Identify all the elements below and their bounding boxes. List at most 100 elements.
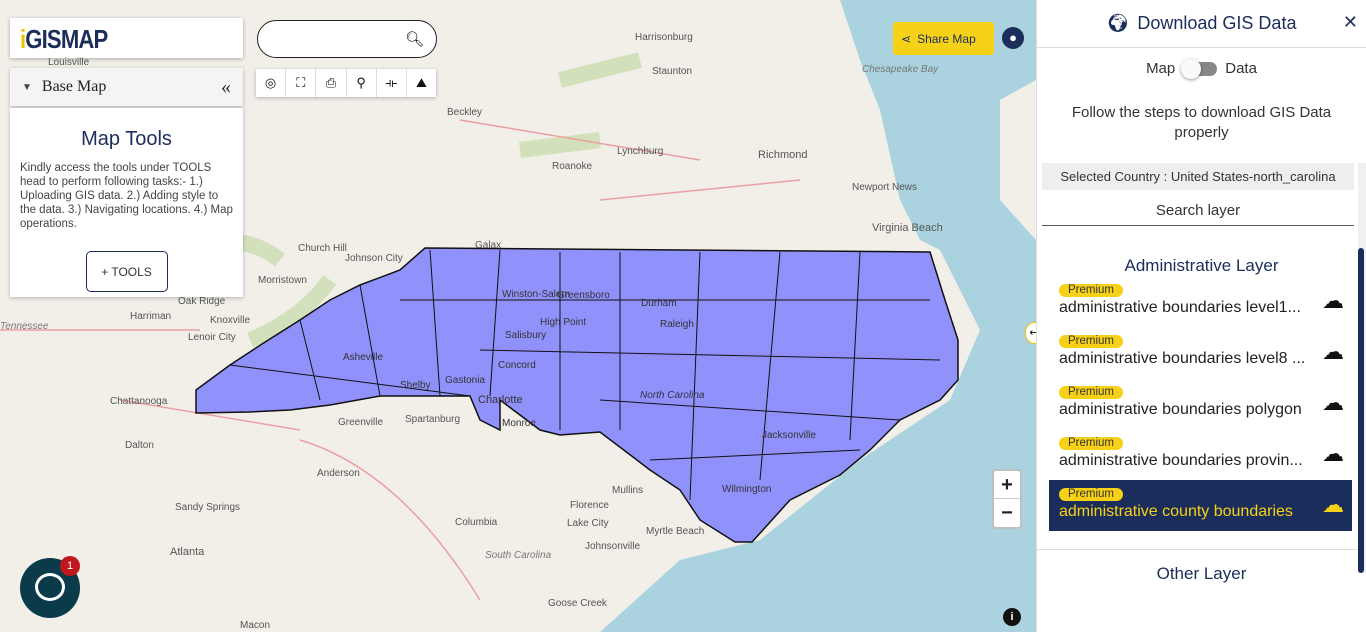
layer-item[interactable]: Premium administrative boundaries level1.… [1049,276,1352,327]
layer-item[interactable]: Premium administrative county boundaries ☁… [1049,480,1352,531]
map-toolbar: ◎ ⛶ ⎙ ⚲ ⟛ ⛰ [256,69,436,97]
layer-item[interactable]: Premium administrative boundaries provin.… [1049,429,1352,480]
map-label: Salisbury [505,330,547,341]
map-tools-title: Map Tools [81,128,172,150]
map-label: Atlanta [170,546,205,558]
map-label: Church Hill [298,243,347,254]
steps-text: Follow the steps to download GIS Data pr… [1071,104,1332,141]
layer-name: administrative county boundaries [1059,503,1293,520]
igismap-logo: iGISMAP [20,24,108,54]
map-label: Oak Ridge [178,296,226,307]
map-label: Knoxville [210,315,251,326]
map-label: Roanoke [552,161,593,172]
map-label: Wilmington [722,484,772,495]
map-label: Asheville [343,352,384,363]
cloud-download-icon[interactable]: ☁︎ [1322,390,1344,416]
premium-badge: Premium [1059,488,1124,501]
panel-header: 🌍︎ Download GIS Data ✕ [1037,0,1366,48]
toggle-label-map: Map [1146,60,1176,77]
layer-name: administrative boundaries level1... [1059,299,1301,316]
chat-badge: 1 [60,556,80,576]
globe-icon: 🌍︎ [1106,13,1130,33]
layer-name: administrative boundaries provin... [1059,452,1303,469]
map-label: Beckley [447,107,483,118]
cloud-download-icon[interactable]: ☁︎ [1322,492,1344,518]
map-label: Morristown [258,275,307,286]
search-layer-input[interactable]: Search layer [1042,202,1354,226]
map-label: Concord [498,360,536,371]
scrollbar[interactable] [1358,163,1366,573]
focus-icon[interactable]: ⛶ [286,69,317,97]
chat-icon [35,573,65,601]
map-label: Charlotte [478,394,523,406]
map-label: Myrtle Beach [646,526,705,537]
toggle-label-data: Data [1225,60,1257,77]
map-label: Raleigh [660,319,694,330]
map-label: Harrisonburg [635,32,693,43]
share-map-button[interactable]: ⋖ Share Map [893,22,994,55]
layer-item[interactable]: Premium administrative boundaries level8 … [1049,327,1352,378]
premium-badge: Premium [1059,335,1124,348]
base-map-label: Base Map [41,78,107,95]
zoom-control: + − [992,469,1022,529]
layer-item[interactable]: Premium administrative boundaries polygon… [1049,378,1352,429]
base-map-toggle[interactable]: ▼ Base Map « [10,68,243,106]
map-label: South Carolina [485,550,552,561]
share-icon: ⋖ [901,31,912,46]
map-label: Dalton [125,440,154,451]
map-label: Gastonia [445,375,486,386]
map-label: Johnson City [345,253,403,264]
toggle-switch[interactable] [1181,58,1218,79]
locate-icon[interactable]: ◎ [256,69,287,97]
map-label: Galax [475,240,502,251]
map-label: Virginia Beach [872,222,943,234]
search-icon[interactable]: 🔍︎ [405,30,424,48]
premium-badge: Premium [1059,437,1124,450]
download-gis-panel: 🌍︎ Download GIS Data ✕ Map Data Follow the … [1036,0,1366,632]
chat-button[interactable]: 1 [20,556,80,618]
double-chevron-left-icon[interactable]: « [221,76,231,99]
map-label: Sandy Springs [175,502,241,513]
cloud-download-icon[interactable]: ☁︎ [1322,288,1344,314]
zoom-in-button[interactable]: + [994,471,1020,499]
user-avatar-icon[interactable]: ● [1002,27,1024,49]
map-label: Harriman [130,311,172,322]
cloud-download-icon[interactable]: ☁︎ [1322,339,1344,365]
layer-list: Premium administrative boundaries level1.… [1037,276,1366,531]
other-layer-title[interactable]: Other Layer [1037,549,1366,584]
search-icon[interactable]: ⚲ [347,69,377,97]
share-map-label: Share Map [917,31,976,46]
map-label: Louisville [48,57,90,68]
map-label: Mullins [612,485,644,496]
selected-country: Selected Country : United States-north_c… [1042,163,1354,190]
caret-down-icon: ▼ [22,81,32,93]
map-label: Durham [641,298,677,309]
map-tools-description: Kindly access the tools under TOOLS head… [20,162,233,230]
map-label: North Carolina [640,390,705,401]
map-label: Jacksonville [762,430,816,441]
close-icon[interactable]: ✕ [1343,12,1358,33]
map-label: Anderson [317,468,360,479]
map-label: Chesapeake Bay [862,64,939,75]
layers-icon[interactable]: ⛰ [407,69,436,97]
map-label: Tennessee [0,321,49,332]
map-label: Columbia [455,517,498,528]
tools-button[interactable]: + TOOLS [85,251,168,292]
panel-title: Download GIS Data [1137,13,1297,33]
map-label: Staunton [652,66,693,77]
map-label: Goose Creek [548,598,607,609]
zoom-out-button[interactable]: − [994,499,1020,527]
map-label: Greenville [338,417,384,428]
cloud-download-icon[interactable]: ☁︎ [1322,441,1344,467]
premium-badge: Premium [1059,284,1124,297]
map-label: Monroe [502,418,536,429]
logo-box: iGISMAP [10,18,243,58]
map-label: Lenoir City [188,332,236,343]
map-label: Shelby [400,380,431,391]
map-label: Chattanooga [110,396,168,407]
scrollbar-thumb[interactable] [1358,248,1364,573]
measure-icon[interactable]: ⟛ [377,69,407,97]
info-icon[interactable]: i [1003,608,1021,626]
map-search-input[interactable]: 🔍︎ [257,20,437,58]
print-icon[interactable]: ⎙ [316,69,347,97]
